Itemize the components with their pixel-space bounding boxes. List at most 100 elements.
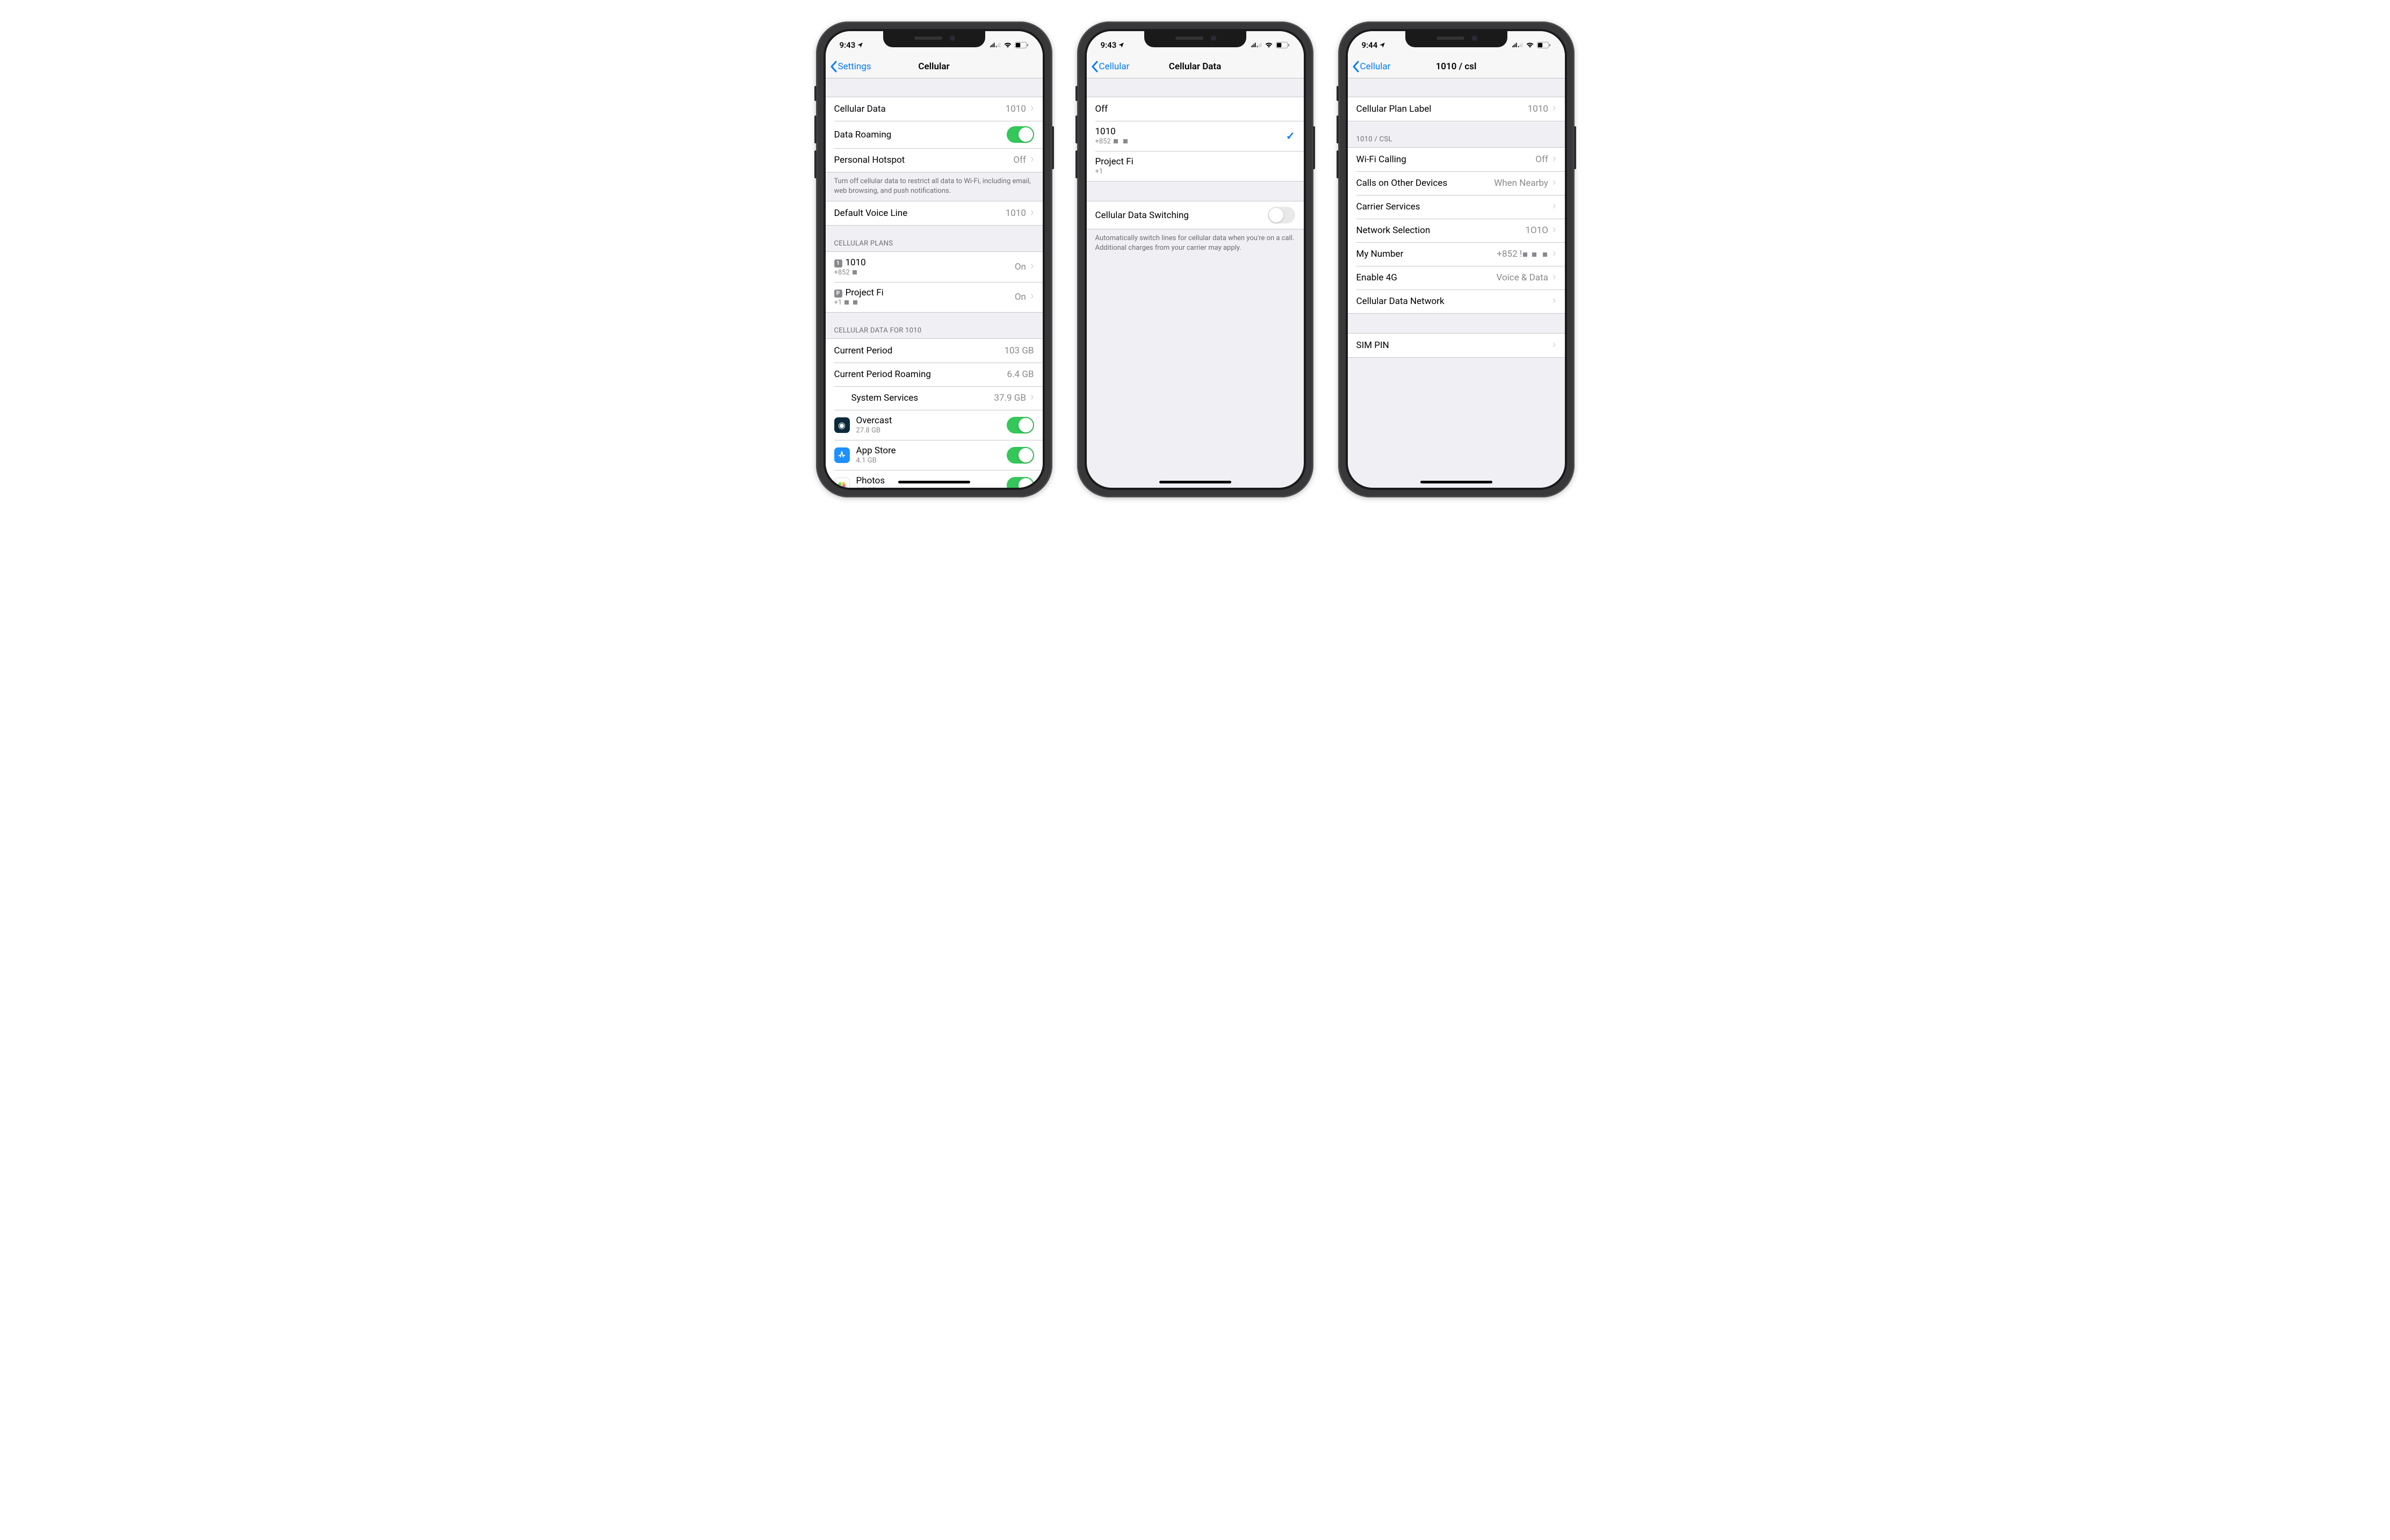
app-row-appstore[interactable]: App Store4.1 GB bbox=[826, 440, 1043, 470]
row-value: Voice & Data bbox=[1497, 272, 1548, 283]
row-value: +852 ! bbox=[1497, 249, 1522, 259]
volume-up-button bbox=[1337, 115, 1339, 143]
phone-cellular: 9:43 Settings Cellular Cellular Data 101… bbox=[816, 21, 1052, 497]
chevron-right-icon: › bbox=[1553, 103, 1556, 114]
power-button bbox=[1313, 126, 1315, 169]
chevron-right-icon: › bbox=[1553, 271, 1556, 283]
system-services-row[interactable]: System Services 37.9 GB › bbox=[826, 386, 1043, 410]
section-header: 1010 / CSL bbox=[1348, 121, 1565, 147]
chevron-right-icon: › bbox=[1030, 392, 1034, 403]
voice-line-row[interactable]: Default Voice Line 1010 › bbox=[826, 201, 1043, 225]
plan-row-projectfi[interactable]: PProject Fi +1 On › bbox=[826, 282, 1043, 312]
network-selection-row[interactable]: Network Selection 1O1O › bbox=[1348, 219, 1565, 242]
row-label: Default Voice Line bbox=[834, 208, 1006, 219]
row-value: 103 GB bbox=[1004, 345, 1034, 356]
row-value: 1O1O bbox=[1525, 225, 1548, 236]
data-network-row[interactable]: Cellular Data Network › bbox=[1348, 290, 1565, 313]
app-row-photos[interactable]: Photos3.3 GB bbox=[826, 470, 1043, 488]
home-indicator[interactable] bbox=[1420, 481, 1492, 483]
data-roaming-row[interactable]: Data Roaming bbox=[826, 121, 1043, 148]
row-value: 6.4 GB bbox=[1007, 369, 1034, 380]
back-button[interactable]: Cellular bbox=[1352, 61, 1391, 73]
plan-row-1010[interactable]: 11010 +852 On › bbox=[826, 252, 1043, 282]
row-value: 1010 bbox=[1006, 104, 1026, 114]
row-label: Enable 4G bbox=[1356, 272, 1497, 283]
wifi-icon bbox=[1003, 42, 1012, 48]
phone-carrier: 9:44 Cellular 1010 / csl Cellular Plan L… bbox=[1338, 21, 1575, 497]
notch bbox=[1405, 31, 1507, 47]
dual-signal-icon bbox=[990, 42, 1001, 48]
silent-switch bbox=[1337, 86, 1339, 101]
option-name: 1010 bbox=[1095, 126, 1286, 137]
chevron-left-icon bbox=[1352, 61, 1359, 73]
row-label: Carrier Services bbox=[1356, 201, 1553, 212]
dual-signal-icon bbox=[1512, 42, 1523, 48]
app-size: 27.8 GB bbox=[856, 426, 1007, 435]
app-toggle[interactable] bbox=[1007, 477, 1034, 488]
hotspot-row[interactable]: Personal Hotspot Off › bbox=[826, 148, 1043, 172]
dual-signal-icon bbox=[1251, 42, 1262, 48]
silent-switch bbox=[1075, 86, 1078, 101]
row-value: 1010 bbox=[1528, 104, 1548, 114]
volume-down-button bbox=[1075, 150, 1078, 178]
row-label: Data Roaming bbox=[834, 129, 1007, 140]
home-indicator[interactable] bbox=[1159, 481, 1231, 483]
appstore-app-icon bbox=[834, 447, 850, 463]
overcast-app-icon: ◉ bbox=[834, 417, 850, 433]
photos-app-icon bbox=[834, 478, 850, 488]
option-off[interactable]: Off bbox=[1087, 97, 1304, 121]
wifi-calling-row[interactable]: Wi-Fi Calling Off › bbox=[1348, 148, 1565, 171]
sim-badge-icon: P bbox=[834, 290, 842, 298]
plan-name: 1010 bbox=[846, 257, 866, 268]
sim-pin-row[interactable]: SIM PIN › bbox=[1348, 334, 1565, 357]
row-label: Network Selection bbox=[1356, 225, 1526, 236]
notch bbox=[883, 31, 985, 47]
redacted bbox=[844, 300, 849, 305]
option-sub: +852 bbox=[1095, 138, 1111, 146]
redacted bbox=[853, 270, 857, 274]
row-label: Current Period bbox=[834, 345, 1005, 356]
row-label: Personal Hotspot bbox=[834, 155, 1014, 165]
row-label: Off bbox=[1095, 104, 1295, 114]
app-toggle[interactable] bbox=[1007, 417, 1034, 433]
plan-status: On bbox=[1015, 262, 1026, 272]
back-button[interactable]: Cellular bbox=[1091, 61, 1130, 73]
back-label: Cellular bbox=[1099, 61, 1130, 72]
plan-label-row[interactable]: Cellular Plan Label 1010 › bbox=[1348, 97, 1565, 121]
app-row-overcast[interactable]: ◉ Overcast27.8 GB bbox=[826, 410, 1043, 440]
redacted bbox=[853, 300, 857, 305]
home-indicator[interactable] bbox=[898, 481, 970, 483]
plan-status: On bbox=[1015, 292, 1026, 302]
cellular-data-row[interactable]: Cellular Data 1010 › bbox=[826, 97, 1043, 121]
data-switching-toggle[interactable] bbox=[1268, 207, 1295, 223]
status-time: 9:43 bbox=[840, 40, 856, 50]
chevron-right-icon: › bbox=[1553, 200, 1556, 212]
option-1010[interactable]: 1010 +852 ✓ bbox=[1087, 121, 1304, 151]
section-header: CELLULAR PLANS bbox=[826, 226, 1043, 251]
current-period-row: Current Period 103 GB bbox=[826, 339, 1043, 363]
chevron-left-icon bbox=[1091, 61, 1098, 73]
row-label: My Number bbox=[1356, 249, 1497, 259]
back-button[interactable]: Settings bbox=[830, 61, 871, 73]
row-label: System Services bbox=[851, 393, 994, 403]
data-roaming-toggle[interactable] bbox=[1007, 126, 1034, 143]
volume-down-button bbox=[814, 150, 817, 178]
power-button bbox=[1052, 126, 1054, 169]
chevron-right-icon: › bbox=[1553, 177, 1556, 189]
enable-4g-row[interactable]: Enable 4G Voice & Data › bbox=[1348, 266, 1565, 290]
wifi-icon bbox=[1265, 42, 1273, 48]
chevron-right-icon: › bbox=[1553, 295, 1556, 307]
row-label: Wi-Fi Calling bbox=[1356, 154, 1536, 165]
option-projectfi[interactable]: Project Fi +1 bbox=[1087, 151, 1304, 181]
carrier-services-row[interactable]: Carrier Services › bbox=[1348, 195, 1565, 219]
chevron-right-icon: › bbox=[1553, 248, 1556, 259]
row-value: Off bbox=[1013, 155, 1026, 165]
other-devices-row[interactable]: Calls on Other Devices When Nearby › bbox=[1348, 171, 1565, 195]
my-number-row[interactable]: My Number +852 ! › bbox=[1348, 242, 1565, 266]
app-toggle[interactable] bbox=[1007, 447, 1034, 464]
period-roaming-row: Current Period Roaming 6.4 GB bbox=[826, 363, 1043, 386]
row-label: Cellular Data Network bbox=[1356, 296, 1553, 307]
plan-sub: +852 bbox=[834, 269, 850, 277]
row-label: Cellular Plan Label bbox=[1356, 104, 1528, 114]
data-switching-row[interactable]: Cellular Data Switching bbox=[1087, 201, 1304, 229]
